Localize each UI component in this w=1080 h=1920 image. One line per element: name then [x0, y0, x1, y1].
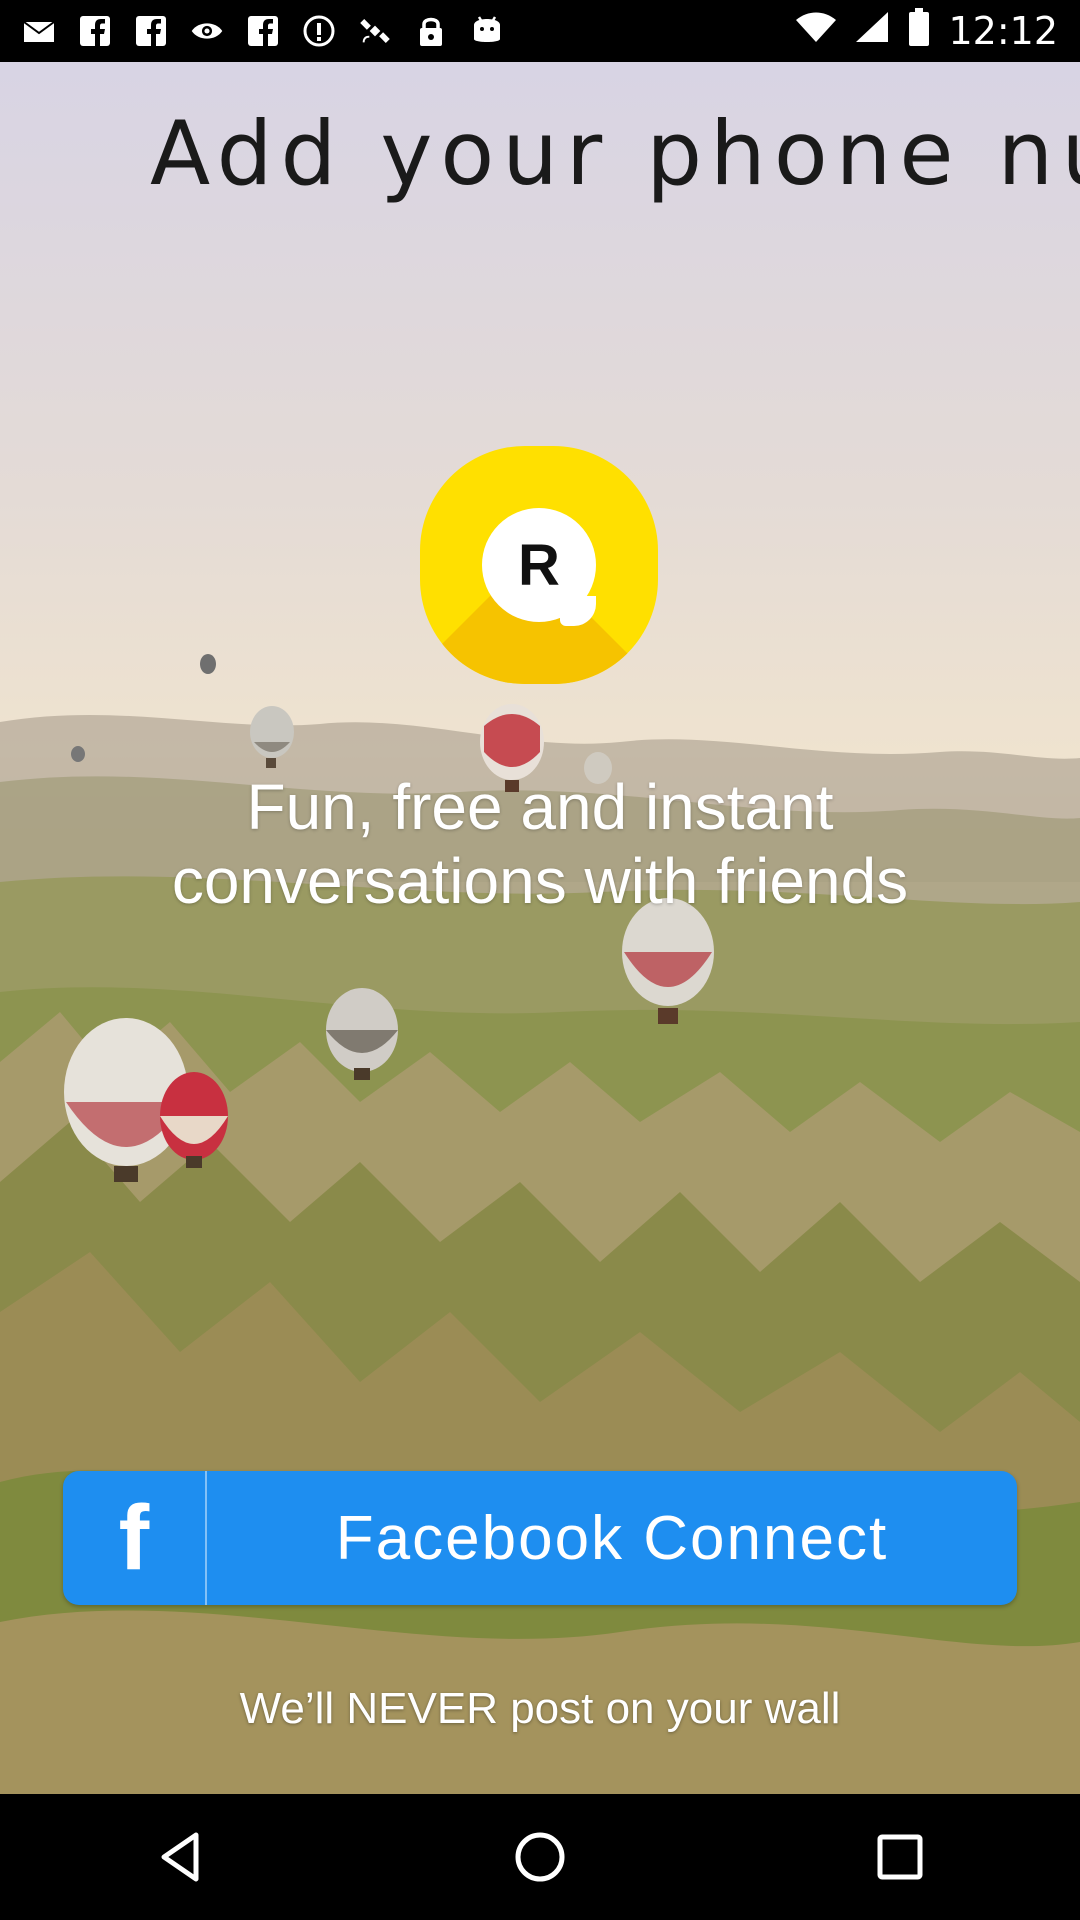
status-bar: 12:12	[0, 0, 1080, 62]
tagline-line-1: Fun, free and instant	[246, 771, 834, 843]
signal-icon	[854, 9, 890, 53]
tagline-line-2: conversations with friends	[171, 845, 909, 917]
facebook-icon: f	[118, 1487, 150, 1589]
navigation-bar	[0, 1794, 1080, 1920]
back-icon	[161, 1832, 199, 1882]
lock-icon	[414, 14, 448, 48]
tagline: Fun, free and instant conversations with…	[0, 770, 1080, 918]
facebook-icon	[78, 14, 112, 48]
privacy-note: We’ll NEVER post on your wall	[239, 1684, 841, 1733]
satellite-icon	[358, 14, 392, 48]
info-icon	[302, 14, 336, 48]
facebook-icon	[134, 14, 168, 48]
app-logo: R	[420, 446, 658, 684]
mail-icon	[22, 14, 56, 48]
android-icon	[470, 14, 504, 48]
facebook-connect-button[interactable]: f Facebook Connect	[63, 1471, 1017, 1605]
clock-time: 12:12	[948, 9, 1058, 53]
facebook-icon-container: f	[63, 1471, 207, 1605]
background-scene: Add your phone num R Fun, free and insta…	[0, 62, 1080, 1794]
recents-button[interactable]	[840, 1807, 960, 1907]
recents-icon	[877, 1834, 923, 1880]
home-icon	[515, 1832, 565, 1882]
balloon	[71, 746, 85, 762]
battery-icon	[908, 7, 930, 55]
home-button[interactable]	[480, 1807, 600, 1907]
balloon	[200, 654, 216, 674]
back-button[interactable]	[120, 1807, 240, 1907]
facebook-connect-label: Facebook Connect	[335, 1503, 889, 1573]
page-title: Add your phone num	[150, 102, 1080, 205]
logo-letter: R	[482, 508, 596, 622]
facebook-icon	[246, 14, 280, 48]
eye-icon	[190, 14, 224, 48]
wifi-icon	[796, 9, 837, 53]
